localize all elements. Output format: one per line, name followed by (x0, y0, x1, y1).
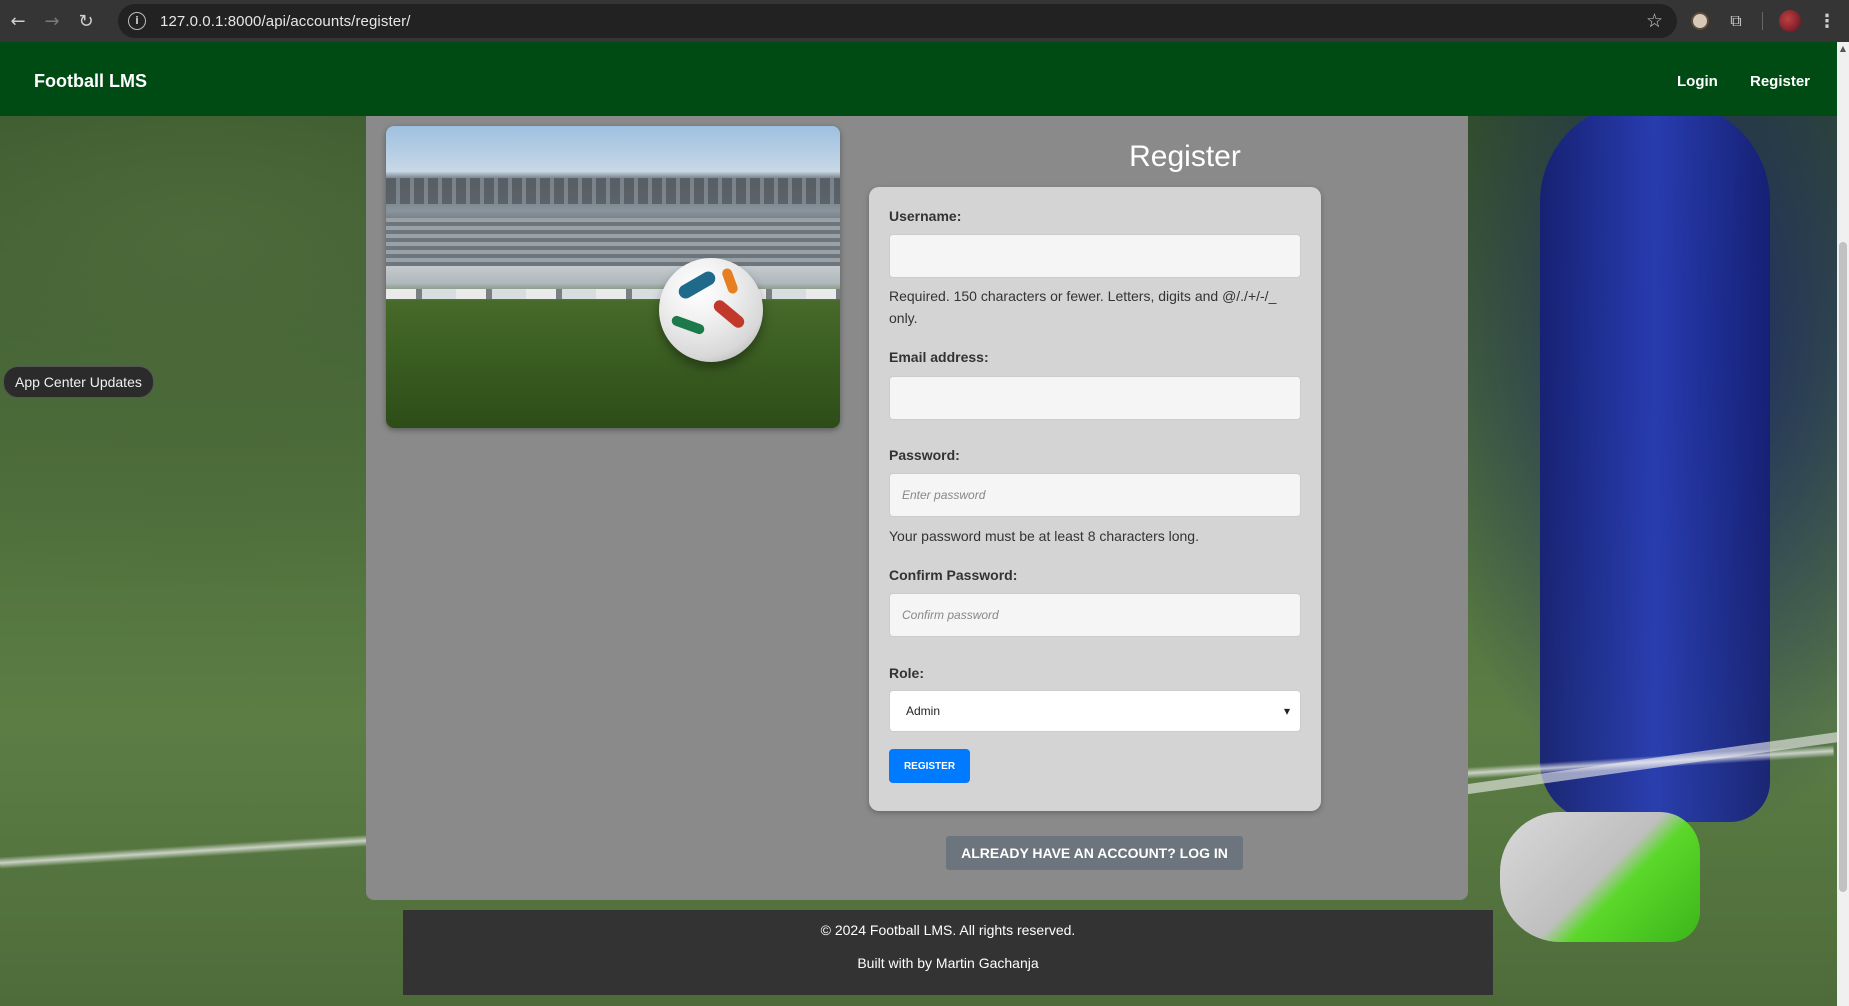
nav-register-link[interactable]: Register (1750, 73, 1810, 90)
password-input[interactable] (889, 473, 1301, 517)
chevron-down-icon: ▾ (1283, 704, 1290, 718)
forward-icon[interactable]: → (36, 5, 68, 37)
back-icon[interactable]: ← (2, 5, 34, 37)
stadium-seats (386, 218, 840, 266)
footer-copyright: © 2024 Football LMS. All rights reserved… (820, 922, 1076, 938)
background-player-leg (1540, 102, 1770, 822)
stadium-football-image (386, 126, 840, 428)
username-label: Username: (889, 208, 962, 224)
page-scrollbar[interactable]: ▲ (1837, 42, 1849, 1006)
address-bar[interactable]: i 127.0.0.1:8000/api/accounts/register/ … (118, 4, 1677, 38)
page-viewport: Football LMS Login Register Register Use… (0, 42, 1837, 1006)
reload-icon[interactable]: ↻ (70, 5, 102, 37)
email-label: Email address: (889, 349, 989, 365)
ball-panel (670, 314, 706, 336)
footer-credit: Built with by Martin Gachanja (857, 955, 1039, 971)
role-label: Role: (889, 665, 924, 681)
already-have-account-login-button[interactable]: ALREADY HAVE AN ACCOUNT? LOG IN (946, 836, 1243, 870)
stadium-roof (386, 178, 840, 204)
bookmark-star-icon[interactable]: ☆ (1646, 10, 1663, 32)
scrollbar-thumb[interactable] (1839, 242, 1847, 892)
profile-avatar[interactable] (1779, 10, 1801, 32)
brand-logo-text[interactable]: Football LMS (34, 71, 147, 92)
password-label: Password: (889, 447, 960, 463)
app-center-updates-popup[interactable]: App Center Updates (3, 366, 154, 398)
register-form: Username: Required. 150 characters or fe… (869, 187, 1321, 811)
page-title: Register (1129, 140, 1241, 173)
browser-menu-icon[interactable]: ⋮ (1817, 11, 1837, 32)
toolbar-divider (1762, 12, 1763, 30)
background-player-shoe (1500, 812, 1700, 942)
stadium-ad-boards (386, 289, 840, 299)
extensions-area: ⧉ ⋮ (1690, 0, 1837, 42)
nav-login-link[interactable]: Login (1677, 73, 1718, 90)
username-help-text: Required. 150 characters or fewer. Lette… (889, 288, 1277, 326)
role-select[interactable]: Admin ▾ (889, 690, 1301, 732)
confirm-password-input[interactable] (889, 593, 1301, 637)
confirm-password-label: Confirm Password: (889, 567, 1018, 583)
ball-panel (711, 297, 747, 331)
scroll-up-icon[interactable]: ▲ (1838, 44, 1848, 53)
top-navbar: Football LMS Login Register (0, 42, 1837, 116)
register-container: Register Username: Required. 150 charact… (366, 116, 1468, 900)
extensions-puzzle-icon[interactable]: ⧉ (1726, 11, 1746, 31)
page-footer: © 2024 Football LMS. All rights reserved… (403, 910, 1493, 995)
site-info-icon[interactable]: i (128, 12, 146, 30)
url-text[interactable]: 127.0.0.1:8000/api/accounts/register/ (160, 13, 411, 30)
email-input[interactable] (889, 376, 1301, 420)
register-submit-button[interactable]: REGISTER (889, 749, 970, 783)
password-help-text: Your password must be at least 8 charact… (889, 528, 1199, 544)
browser-toolbar: ← → ↻ i 127.0.0.1:8000/api/accounts/regi… (0, 0, 1849, 42)
ball-panel (676, 268, 718, 302)
extension-face-icon[interactable] (1690, 11, 1710, 31)
ball-panel (720, 267, 740, 295)
football-ball (659, 258, 763, 362)
role-selected-value: Admin (906, 704, 941, 718)
username-input[interactable] (889, 234, 1301, 278)
